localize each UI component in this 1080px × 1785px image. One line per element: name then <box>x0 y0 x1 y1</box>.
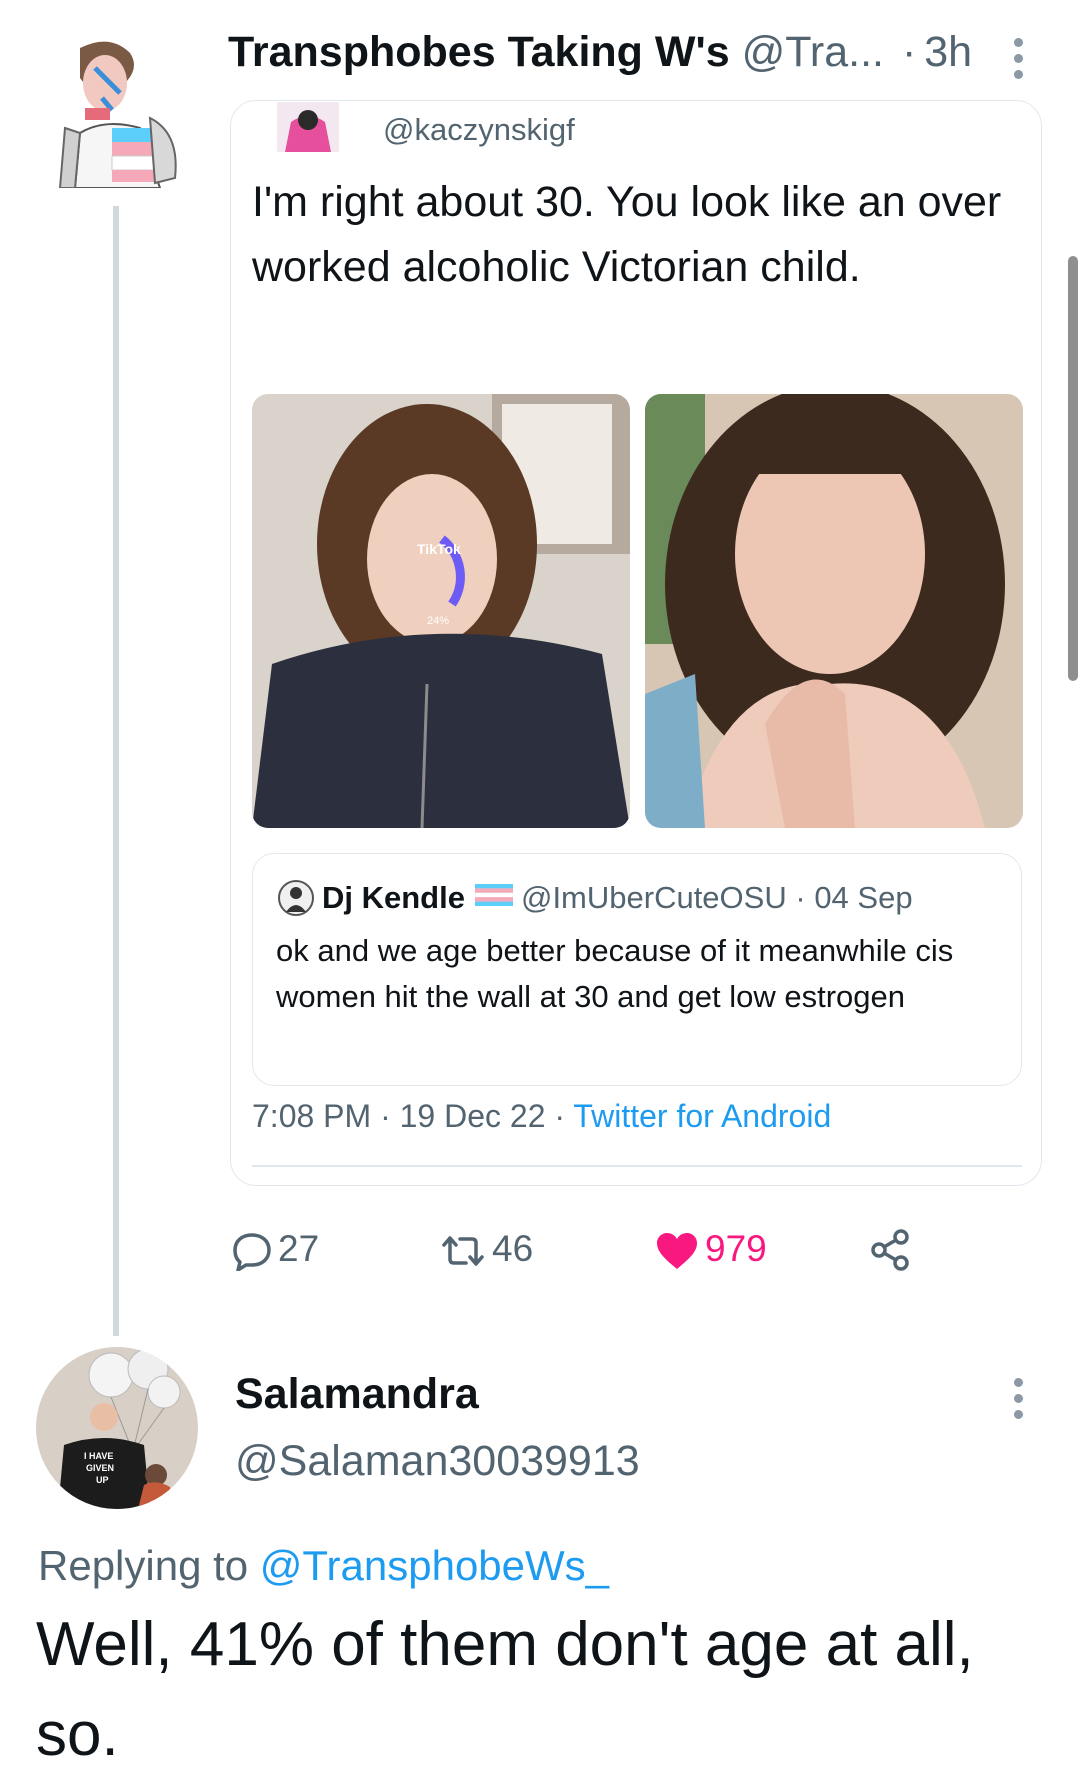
author-handle[interactable]: @Tra... <box>742 28 884 76</box>
tiktok-overlay-label: TikTok <box>417 541 461 557</box>
reply-button[interactable]: 27 <box>232 1228 320 1272</box>
reply-tweet-text: Well, 41% of them don't age at all, so. <box>36 1610 974 1769</box>
quoted-tweet-text: I'm right about 30. You look like an ove… <box>252 178 1002 291</box>
replying-prefix: Replying to <box>38 1542 249 1589</box>
reply-author-name[interactable]: Salamandra <box>235 1370 479 1419</box>
tweet-header: Transphobes Taking W's @Tra... · 3h <box>228 28 972 77</box>
reply-count: 27 <box>278 1228 320 1269</box>
more-icon[interactable] <box>1014 38 1024 86</box>
nested-quote-header: Dj Kendle @ImUberCuteOSU · 04 Sep <box>278 878 913 916</box>
nested-quote-author-name[interactable]: Dj Kendle <box>322 880 465 915</box>
like-button[interactable]: 979 <box>655 1228 767 1271</box>
tweet-time[interactable]: 3h <box>924 28 972 76</box>
scrollbar[interactable] <box>1068 256 1078 681</box>
nested-quote-author-handle[interactable]: @ImUberCuteOSU <box>521 880 787 915</box>
trans-flag-icon <box>474 878 514 906</box>
author-avatar[interactable] <box>50 38 190 189</box>
nested-quote-text: ok and we age better because of it meanw… <box>276 933 954 1014</box>
share-icon <box>871 1229 909 1271</box>
avatar-shirt-text-1: I HAVE <box>84 1451 113 1461</box>
nested-quote-avatar[interactable] <box>278 880 314 916</box>
meta-source[interactable]: Twitter for Android <box>573 1098 831 1134</box>
like-count: 979 <box>705 1228 767 1269</box>
retweet-button[interactable]: 46 <box>440 1228 533 1271</box>
avatar-shirt-text-3: UP <box>96 1475 109 1485</box>
replying-to-line: Replying to @TransphobeWs_ <box>38 1542 609 1590</box>
share-button[interactable] <box>868 1228 918 1272</box>
author-name[interactable]: Transphobes Taking W's <box>228 28 730 76</box>
divider <box>252 1165 1022 1167</box>
retweet-count: 46 <box>492 1228 534 1269</box>
meta-time[interactable]: 7:08 PM <box>252 1098 371 1134</box>
tiktok-progress-label: 24% <box>427 615 449 627</box>
separator-dot: · <box>380 1098 391 1134</box>
separator-dot: · <box>901 28 917 76</box>
retweet-icon <box>442 1236 484 1266</box>
reply-author-avatar[interactable]: I HAVE GIVEN UP <box>36 1347 198 1509</box>
nested-quote-date[interactable]: 04 Sep <box>814 880 912 915</box>
reply-author-handle[interactable]: @Salaman30039913 <box>235 1437 640 1486</box>
meta-date[interactable]: 19 Dec 22 <box>400 1098 546 1134</box>
separator-dot: · <box>795 880 806 915</box>
thread-line <box>113 206 119 1336</box>
reply-icon <box>233 1233 271 1272</box>
tweet-metadata: 7:08 PM · 19 Dec 22 · Twitter for Androi… <box>252 1098 831 1135</box>
more-icon[interactable] <box>1014 1378 1024 1426</box>
replying-to-mention[interactable]: @TransphobeWs_ <box>260 1542 609 1589</box>
avatar-shirt-text-2: GIVEN <box>86 1463 114 1473</box>
quoted-author-handle[interactable]: @kaczynskigf <box>383 112 575 148</box>
tweet-photo-2[interactable] <box>645 394 1023 828</box>
separator-dot: · <box>554 1098 566 1134</box>
like-icon <box>657 1233 697 1269</box>
quoted-author-avatar[interactable] <box>277 102 339 152</box>
tweet-photo-1[interactable]: TikTok 24% <box>252 394 630 828</box>
